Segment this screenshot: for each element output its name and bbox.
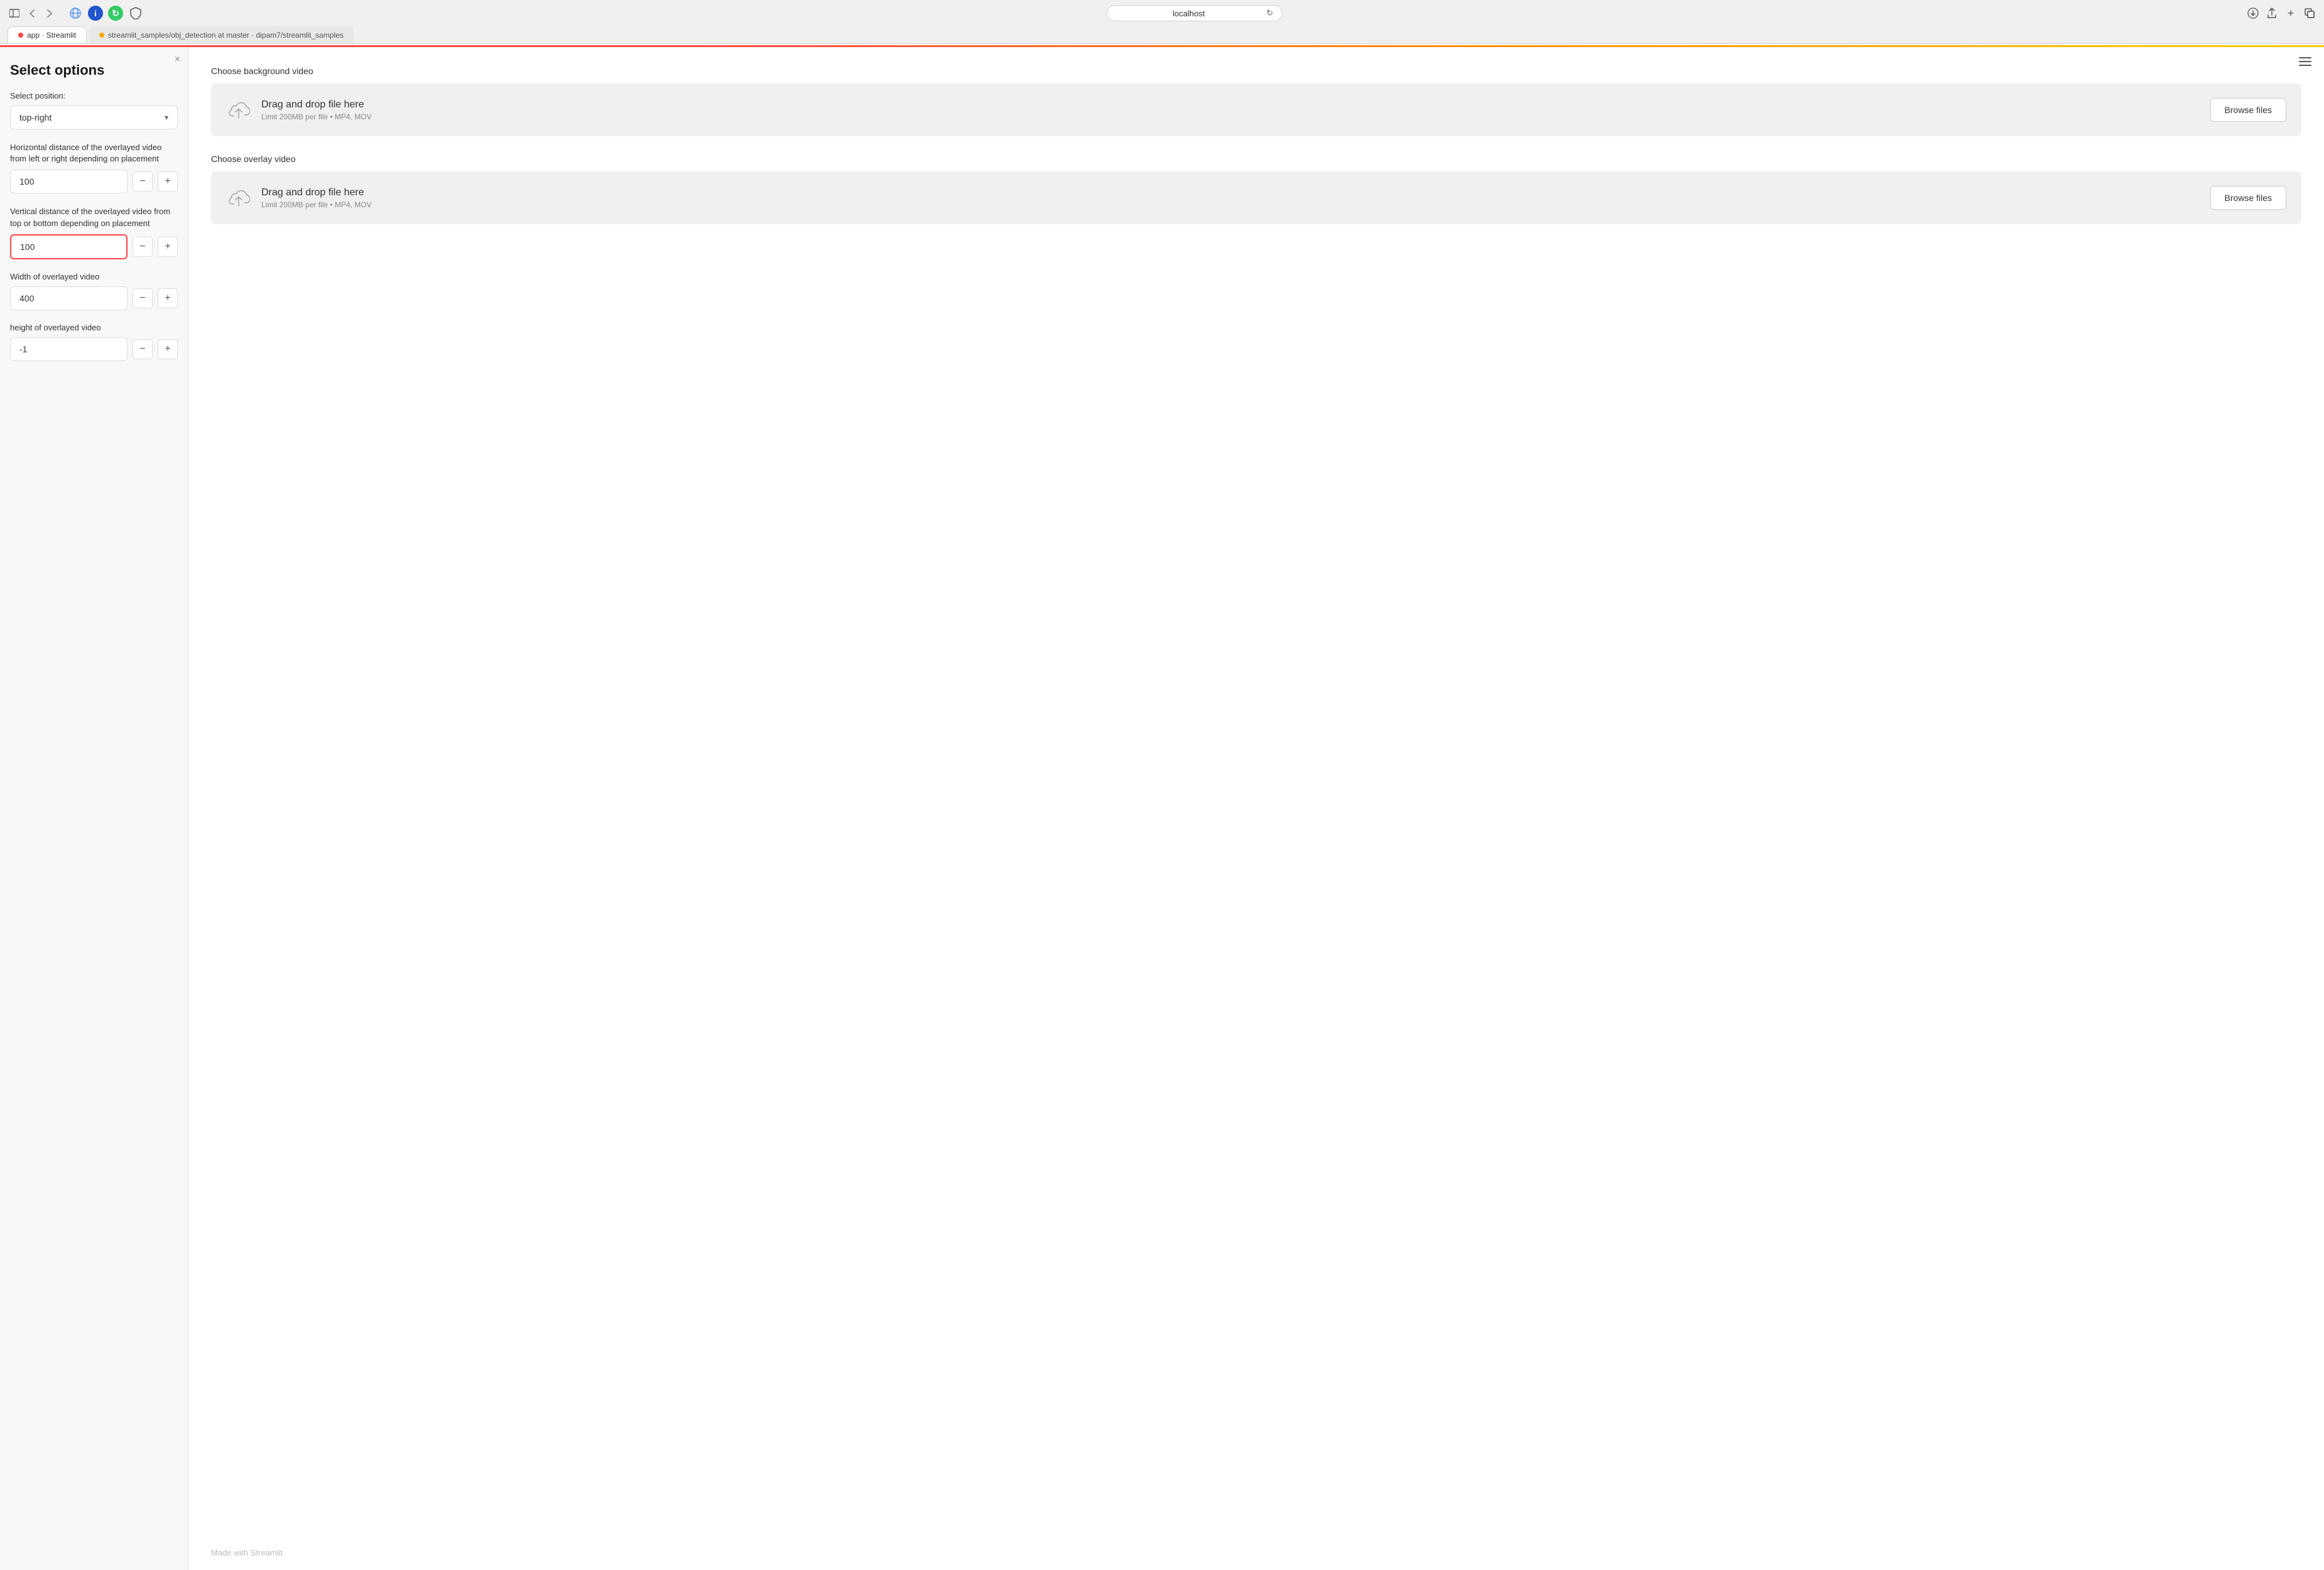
browser-chrome: i ↻ localhost ↻ +: [0, 0, 2324, 44]
section1-label: Choose background video: [211, 66, 2301, 76]
height-input-row: -1 − +: [10, 337, 178, 361]
upload1-sub-text: Limit 200MB per file • MP4, MOV: [261, 112, 2200, 121]
height-minus-button[interactable]: −: [133, 339, 153, 359]
width-minus-button[interactable]: −: [133, 288, 153, 308]
download-icon[interactable]: [2246, 6, 2260, 20]
browse-files-button-2[interactable]: Browse files: [2210, 186, 2286, 210]
width-group: Width of overlayed video 400 − +: [10, 272, 178, 310]
address-bar-wrapper: localhost ↻: [149, 5, 2240, 21]
height-input[interactable]: -1: [10, 337, 128, 361]
ext-green-icon[interactable]: ↻: [108, 6, 123, 21]
width-input[interactable]: 400: [10, 286, 128, 310]
main-content: Choose background video Drag and drop fi…: [188, 47, 2324, 1570]
width-input-row: 400 − +: [10, 286, 178, 310]
position-group: Select position: top-right ▾: [10, 91, 178, 129]
windows-icon[interactable]: [2303, 6, 2316, 20]
cloud-upload-icon-1: [226, 97, 251, 122]
upload1-main-text: Drag and drop file here: [261, 99, 2200, 111]
new-tab-icon[interactable]: +: [2284, 6, 2298, 20]
hamburger-menu-button[interactable]: [2299, 57, 2311, 66]
width-plus-button[interactable]: +: [158, 288, 178, 308]
overlay-upload-area[interactable]: Drag and drop file here Limit 200MB per …: [211, 171, 2301, 224]
v-dist-group: Vertical distance of the overlayed video…: [10, 206, 178, 259]
width-label: Width of overlayed video: [10, 272, 178, 281]
v-dist-minus-button[interactable]: −: [133, 237, 153, 257]
address-text: localhost: [1116, 9, 1261, 18]
h-dist-label: Horizontal distance of the overlayed vid…: [10, 142, 178, 165]
browser-content: × Select options Select position: top-ri…: [0, 44, 2324, 1570]
cloud-upload-icon-2: [226, 185, 251, 210]
h-dist-input-row: 100 − +: [10, 170, 178, 193]
forward-icon[interactable]: [43, 6, 57, 20]
browser-tabs: app · Streamlit streamlit_samples/obj_de…: [8, 26, 2316, 43]
footer-text: Made with Streamlit: [211, 1548, 283, 1557]
h-dist-group: Horizontal distance of the overlayed vid…: [10, 142, 178, 193]
tab-github[interactable]: streamlit_samples/obj_detection at maste…: [89, 26, 354, 43]
upload1-text: Drag and drop file here Limit 200MB per …: [261, 99, 2200, 121]
hamburger-line-2: [2299, 61, 2311, 62]
position-select[interactable]: top-right ▾: [10, 106, 178, 129]
tab-dot-2: [99, 33, 104, 38]
height-group: height of overlayed video -1 − +: [10, 323, 178, 361]
ext-globe-icon[interactable]: [68, 6, 83, 21]
ext-i-icon[interactable]: i: [88, 6, 103, 21]
address-bar[interactable]: localhost ↻: [1107, 5, 1283, 21]
upload2-main-text: Drag and drop file here: [261, 187, 2200, 198]
sidebar-close-button[interactable]: ×: [175, 55, 180, 65]
reload-icon[interactable]: ↻: [1266, 8, 1273, 18]
tab-2-label: streamlit_samples/obj_detection at maste…: [108, 31, 344, 40]
ext-shield-icon[interactable]: [128, 6, 143, 21]
tab-1-label: app · Streamlit: [27, 31, 76, 40]
sidebar: × Select options Select position: top-ri…: [0, 47, 188, 1570]
sidebar-title: Select options: [10, 62, 178, 78]
tab-streamlit[interactable]: app · Streamlit: [8, 26, 87, 43]
sidebar-toggle-icon[interactable]: [8, 6, 21, 20]
position-value: top-right: [19, 112, 52, 122]
nav-icons: [8, 6, 57, 20]
v-dist-input[interactable]: 100: [10, 234, 128, 259]
v-dist-plus-button[interactable]: +: [158, 237, 178, 257]
share-icon[interactable]: [2265, 6, 2279, 20]
section2-label: Choose overlay video: [211, 154, 2301, 164]
browser-toolbar: i ↻ localhost ↻ +: [8, 5, 2316, 26]
hamburger-line-3: [2299, 65, 2311, 66]
position-label: Select position:: [10, 91, 178, 100]
v-dist-input-row: 100 − +: [10, 234, 178, 259]
upload2-sub-text: Limit 200MB per file • MP4, MOV: [261, 200, 2200, 209]
height-plus-button[interactable]: +: [158, 339, 178, 359]
upload2-text: Drag and drop file here Limit 200MB per …: [261, 187, 2200, 209]
background-upload-area[interactable]: Drag and drop file here Limit 200MB per …: [211, 84, 2301, 136]
tab-dot-1: [18, 33, 23, 38]
browser-actions: +: [2246, 6, 2316, 20]
hamburger-line-1: [2299, 57, 2311, 58]
h-dist-plus-button[interactable]: +: [158, 171, 178, 192]
h-dist-input[interactable]: 100: [10, 170, 128, 193]
browse-files-button-1[interactable]: Browse files: [2210, 98, 2286, 122]
h-dist-minus-button[interactable]: −: [133, 171, 153, 192]
chevron-down-icon: ▾: [165, 113, 168, 122]
v-dist-label: Vertical distance of the overlayed video…: [10, 206, 178, 229]
height-label: height of overlayed video: [10, 323, 178, 332]
back-icon[interactable]: [25, 6, 39, 20]
browser-extensions: i ↻: [68, 6, 143, 21]
